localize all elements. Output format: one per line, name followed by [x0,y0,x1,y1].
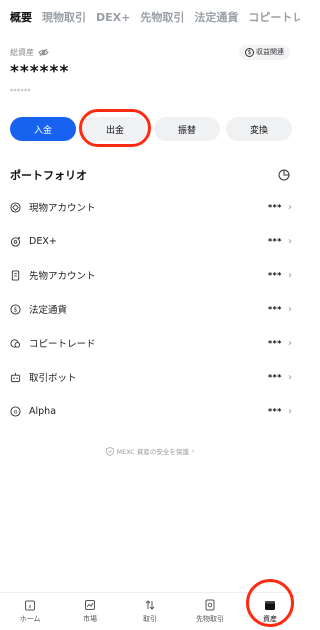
chevron-right-icon: › [288,337,292,349]
portfolio-title: ポートフォリオ [10,169,87,182]
portfolio-row-value: *** [267,270,282,280]
tab-futures[interactable]: 先物取引 [140,8,184,30]
alpha-icon: α [10,405,21,417]
portfolio-row-value: *** [267,338,282,348]
chevron-right-icon: › [288,371,292,383]
nav-market-label: 市場 [83,615,97,623]
portfolio-row-label: 法定通貨 [29,305,68,316]
spot-icon [10,201,21,213]
bottom-nav: ホーム 市場 取引 先物取引 資産 [0,592,300,630]
portfolio-row-value: *** [267,202,282,212]
bot-icon [10,372,21,382]
convert-button[interactable]: 変換 [226,117,292,141]
nav-futures[interactable]: 先物取引 [180,593,240,630]
profit-related-button[interactable]: $ 収益関連 [239,44,290,60]
portfolio-list: 現物アカウント *** › DEX+ *** › 先物アカウント *** › $… [10,190,292,428]
portfolio-row-bot[interactable]: 取引ボット *** › [10,360,292,394]
chevron-right-icon: › [288,235,292,247]
withdraw-button[interactable]: 出金 [82,117,148,141]
nav-trade-label: 取引 [143,615,157,623]
total-assets-header: 総資産 $ 収益関連 [10,44,290,60]
deposit-button[interactable]: 入金 [10,117,76,141]
wallet-icon [265,601,275,610]
nav-assets[interactable]: 資産 [240,593,300,630]
portfolio-row-copy-trade[interactable]: コピートレード *** › [10,326,292,360]
portfolio-row-spot[interactable]: 現物アカウント *** › [10,190,292,224]
chevron-right-icon: › [191,447,195,455]
portfolio-row-label: Alpha [29,405,57,417]
tab-spot[interactable]: 現物取引 [42,8,86,30]
home-icon [25,600,35,611]
total-assets-label: 総資産 [10,47,34,57]
trade-icon [145,600,155,610]
tab-dex[interactable]: DEX+ [96,8,130,30]
asset-safety-link[interactable]: MEXC 資産の安全を保護 › [0,446,300,456]
nav-trade[interactable]: 取引 [120,593,180,630]
portfolio-row-value: *** [267,236,282,246]
asset-tabs: 概要 現物取引 DEX+ 先物取引 法定通貨 コピートレード [10,8,300,30]
total-balance-sub: ****** [10,88,31,95]
portfolio-row-label: DEX+ [29,235,57,247]
nav-futures-label: 先物取引 [196,615,224,623]
nav-home-label: ホーム [19,615,41,623]
portfolio-row-value: *** [267,406,282,416]
futures-icon [11,269,20,281]
svg-text:α: α [14,408,18,415]
portfolio-row-futures[interactable]: 先物アカウント *** › [10,258,292,292]
transfer-button[interactable]: 振替 [154,117,220,141]
copy-trade-icon [10,338,21,348]
portfolio-row-alpha[interactable]: α Alpha *** › [10,394,292,428]
portfolio-row-value: *** [267,372,282,382]
profit-related-label: 収益関連 [256,48,284,56]
dollar-icon: $ [245,47,254,57]
tab-overview[interactable]: 概要 [10,8,32,30]
nav-home[interactable]: ホーム [0,593,60,630]
dex-icon [10,236,21,247]
asset-safety-label: MEXC 資産の安全を保護 [116,448,189,456]
fiat-icon: $ [10,303,21,315]
chevron-right-icon: › [288,269,292,281]
tab-copy-trade[interactable]: コピートレード [248,8,300,30]
portfolio-row-value: *** [267,304,282,314]
chevron-right-icon: › [288,405,292,417]
portfolio-row-fiat[interactable]: $ 法定通貨 *** › [10,292,292,326]
tab-fiat[interactable]: 法定通貨 [194,8,238,30]
portfolio-row-label: コピートレード [29,339,96,350]
shield-icon [105,446,114,456]
market-icon [85,600,95,610]
futures-nav-icon [205,599,215,611]
portfolio-row-label: 現物アカウント [29,203,96,214]
nav-assets-label: 資産 [263,615,277,623]
asset-actions: 入金 出金 振替 変換 [10,117,292,141]
nav-market[interactable]: 市場 [60,593,120,630]
total-balance-value: ****** [10,62,70,82]
portfolio-row-label: 先物アカウント [29,271,96,282]
svg-text:$: $ [14,306,18,313]
chevron-right-icon: › [288,303,292,315]
pie-chart-icon[interactable] [278,169,290,181]
eye-hidden-icon[interactable] [38,47,49,58]
portfolio-header: ポートフォリオ [10,166,290,184]
chevron-right-icon: › [288,201,292,213]
portfolio-row-label: 取引ボット [29,373,77,384]
portfolio-row-dex[interactable]: DEX+ *** › [10,224,292,258]
